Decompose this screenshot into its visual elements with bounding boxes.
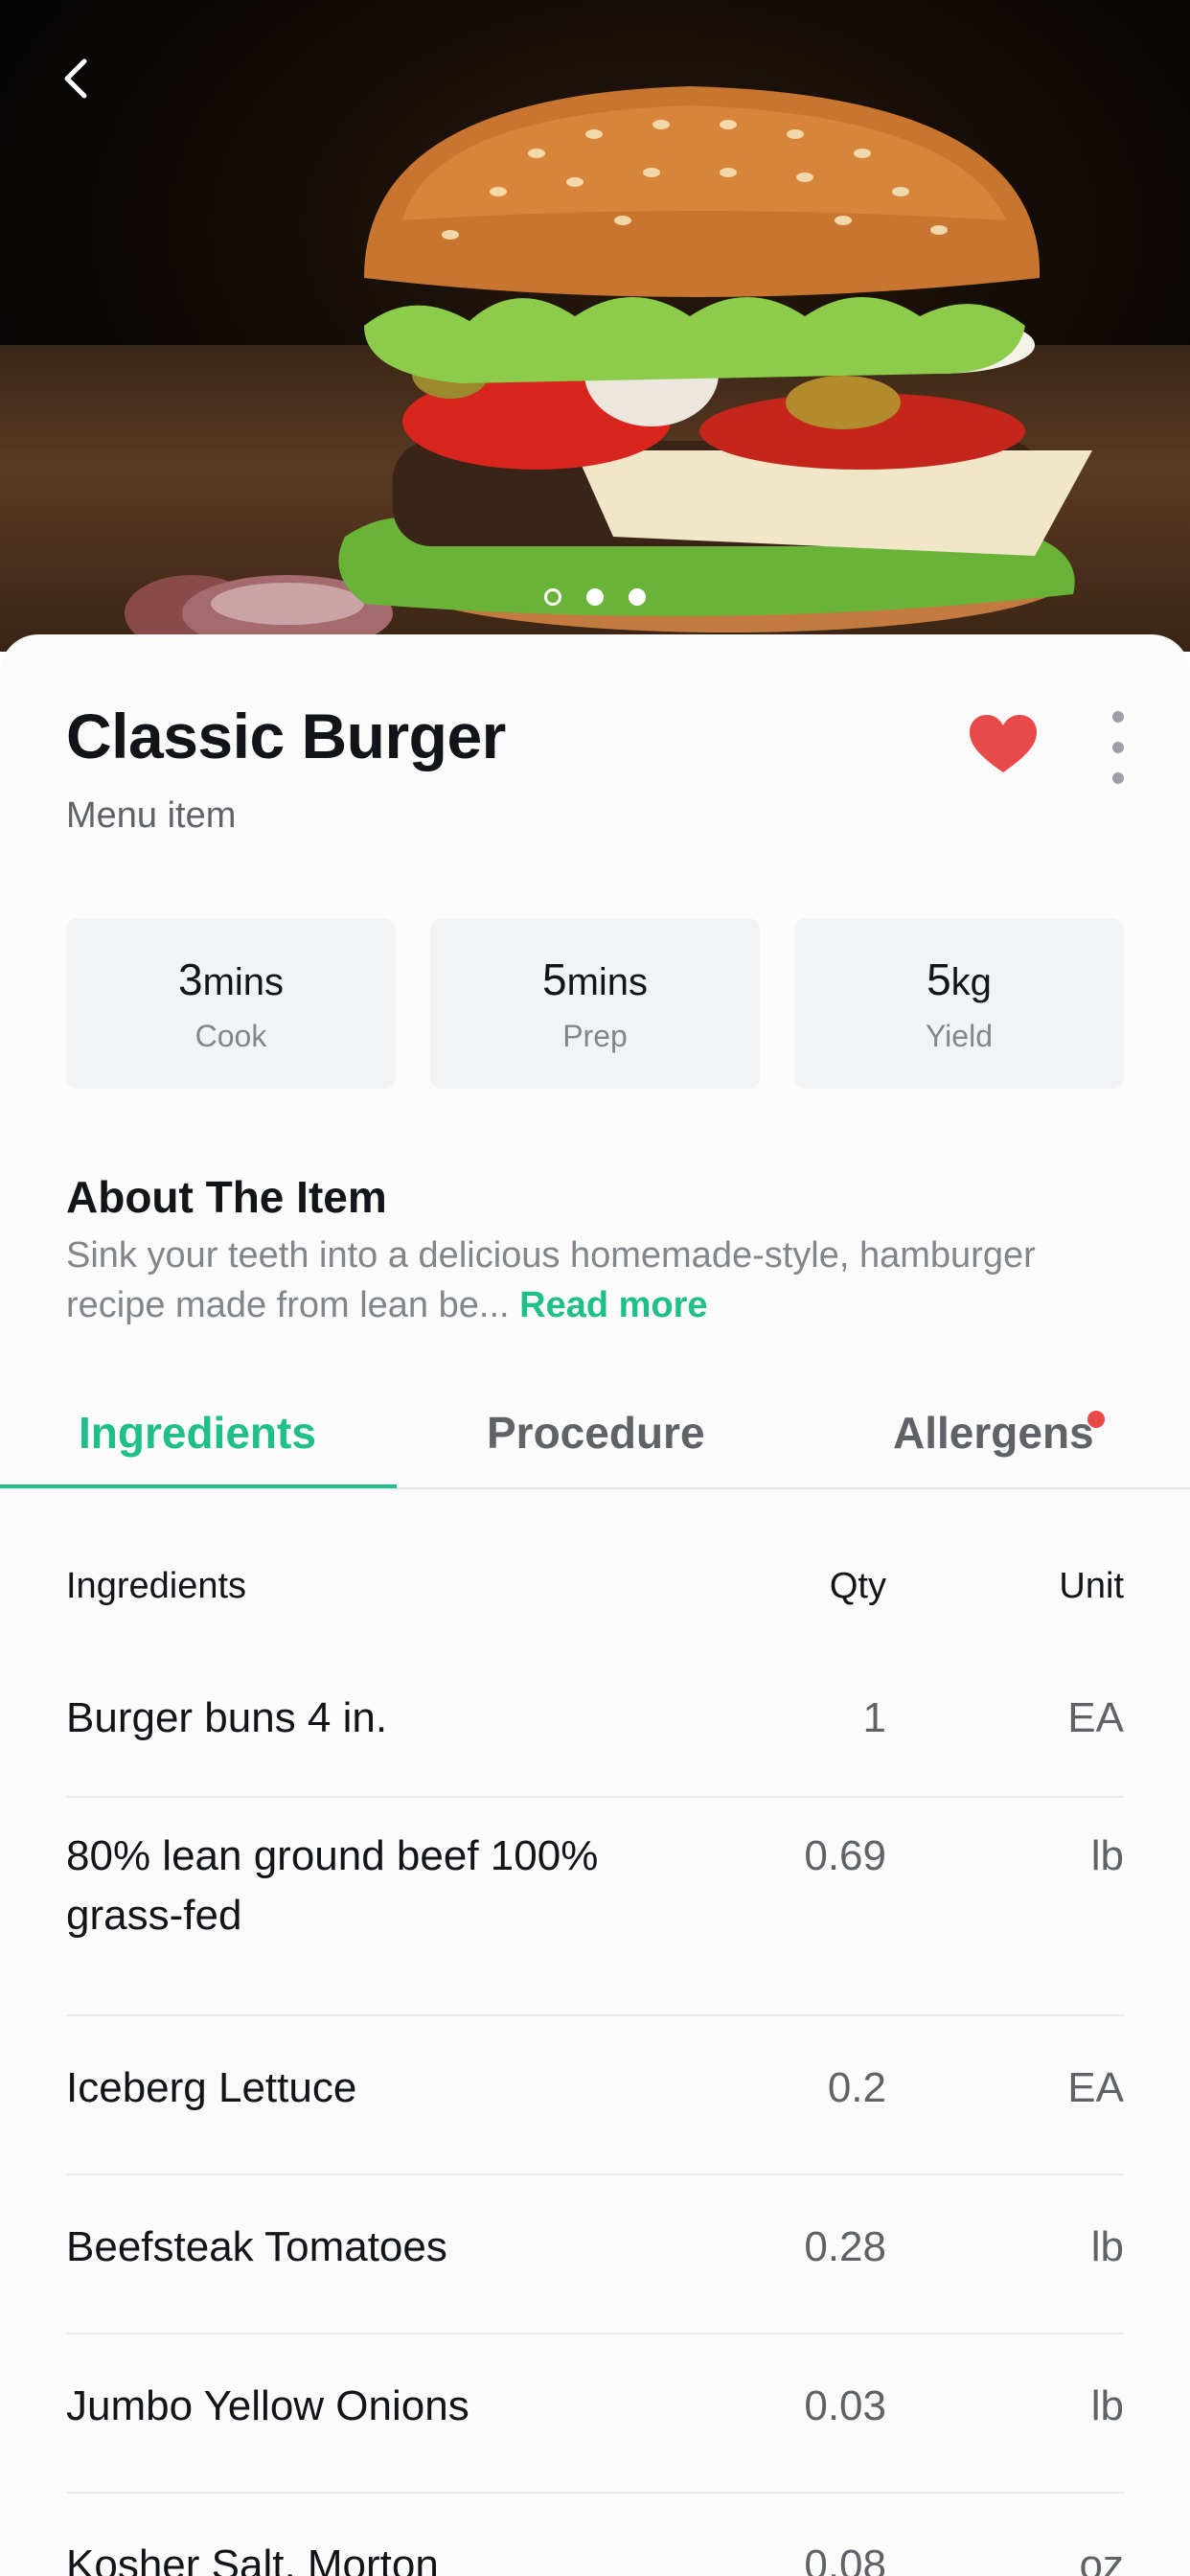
ingredient-name: Burger buns 4 in.	[66, 1694, 388, 1741]
item-title: Classic Burger	[66, 701, 506, 771]
stat-unit: mins	[566, 960, 649, 1003]
table-row[interactable]: 80% lean ground beef 100% grass-fed 0.69…	[66, 1798, 1124, 2016]
table-row[interactable]: Kosher Salt, Morton 0.08 oz	[66, 2494, 1124, 2576]
tab-procedure[interactable]: Procedure	[487, 1407, 705, 1459]
table-row[interactable]: Iceberg Lettuce 0.2 EA	[66, 2016, 1124, 2175]
ingredient-unit: lb	[1090, 2223, 1124, 2270]
ingredients-table: Burger buns 4 in. 1 EA 80% lean ground b…	[66, 1660, 1124, 2576]
stat-value: 5	[541, 954, 567, 1004]
stat-yield: 5kg Yield	[794, 918, 1124, 1089]
ingredient-name: Iceberg Lettuce	[66, 2064, 357, 2111]
ingredient-name: 80% lean ground beef 100% grass-fed	[66, 1832, 599, 1939]
stat-value: 3	[177, 954, 203, 1004]
hero-image[interactable]	[0, 0, 1190, 652]
pagination-dot-1[interactable]	[544, 588, 561, 606]
stat-cook: 3mins Cook	[66, 918, 396, 1089]
header-unit: Unit	[1059, 1566, 1124, 1606]
ingredient-unit: lb	[1090, 1832, 1124, 1879]
ingredient-qty: 0.08	[804, 2542, 886, 2576]
ingredient-name: Kosher Salt, Morton	[66, 2542, 439, 2576]
about-text: Sink your teeth into a delicious homemad…	[66, 1230, 1130, 1330]
ingredient-unit: EA	[1067, 1694, 1124, 1741]
stat-label: Cook	[195, 1018, 267, 1053]
item-stats: 3mins Cook 5mins Prep 5kg Yield	[66, 918, 1124, 1089]
pagination-dot-2[interactable]	[586, 588, 604, 606]
ingredient-qty: 0.69	[804, 1832, 886, 1879]
stat-label: Prep	[562, 1018, 628, 1053]
ingredient-qty: 1	[862, 1694, 886, 1741]
header-qty: Qty	[829, 1566, 886, 1606]
gallery-pagination	[0, 588, 1190, 606]
stat-label: Yield	[926, 1018, 993, 1053]
ingredients-table-header: Ingredients Qty Unit	[66, 1566, 1124, 1614]
stat-value: 5	[927, 954, 951, 1004]
tab-allergens[interactable]: Allergens	[893, 1407, 1094, 1459]
stat-unit: mins	[202, 960, 285, 1003]
ingredient-qty: 0.2	[827, 2064, 886, 2111]
burger-photo	[125, 86, 1092, 652]
kebab-menu-icon	[1112, 711, 1124, 723]
stat-prep: 5mins Prep	[430, 918, 760, 1089]
active-tab-indicator	[0, 1484, 397, 1488]
tab-ingredients[interactable]: Ingredients	[79, 1407, 316, 1459]
chevron-left-icon	[64, 58, 87, 99]
item-subtitle: Menu item	[66, 795, 237, 836]
read-more-link[interactable]: Read more	[519, 1285, 707, 1325]
ingredient-unit: lb	[1090, 2382, 1124, 2429]
stat-unit: kg	[950, 960, 992, 1003]
ingredient-qty: 0.28	[804, 2223, 886, 2270]
back-button[interactable]	[46, 48, 107, 109]
tab-bar: Ingredients Procedure Allergens	[0, 1390, 1190, 1489]
favorite-button[interactable]	[968, 713, 1039, 776]
about-heading: About The Item	[66, 1172, 387, 1222]
more-options-button[interactable]	[1102, 711, 1134, 784]
pagination-dot-3[interactable]	[629, 588, 646, 606]
ingredient-unit: EA	[1067, 2064, 1124, 2111]
ingredient-qty: 0.03	[804, 2382, 886, 2429]
table-row[interactable]: Beefsteak Tomatoes 0.28 lb	[66, 2175, 1124, 2334]
heart-icon	[970, 715, 1037, 772]
table-row[interactable]: Burger buns 4 in. 1 EA	[66, 1660, 1124, 1798]
ingredient-unit: oz	[1079, 2542, 1124, 2576]
ingredient-name: Jumbo Yellow Onions	[66, 2382, 469, 2429]
header-ingredients: Ingredients	[66, 1566, 247, 1606]
allergens-notification-badge	[1087, 1411, 1105, 1428]
ingredient-name: Beefsteak Tomatoes	[66, 2223, 447, 2270]
table-row[interactable]: Jumbo Yellow Onions 0.03 lb	[66, 2334, 1124, 2494]
